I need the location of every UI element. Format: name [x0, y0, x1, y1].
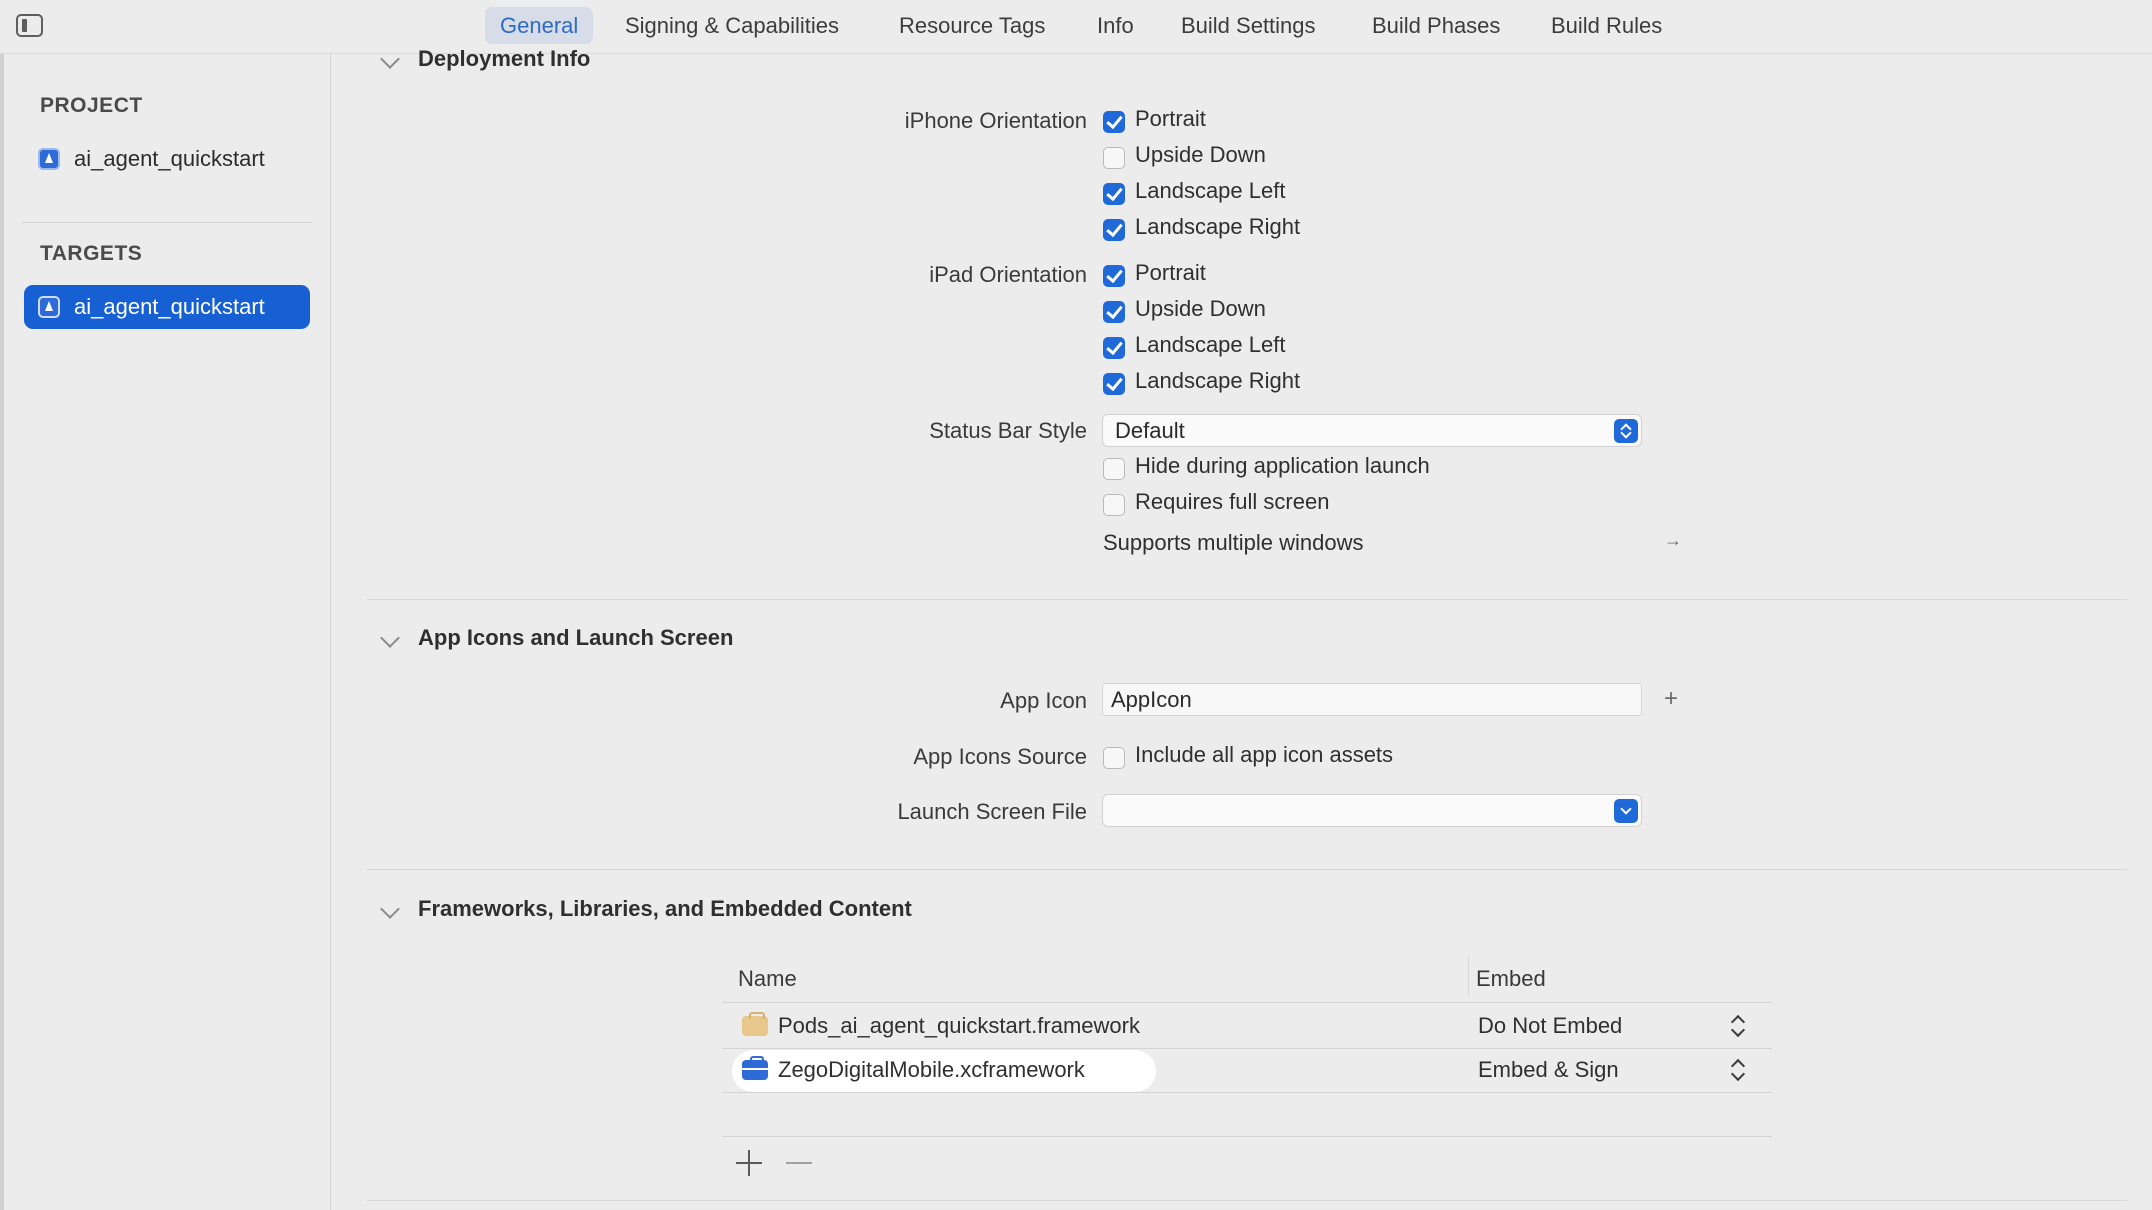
add-icon-plus-icon[interactable]: + [1664, 687, 1678, 711]
xcode-project-icon [38, 148, 60, 170]
ipad-portrait-label: Portrait [1135, 260, 1206, 285]
framework-name: ZegoDigitalMobile.xcframework [778, 1057, 1085, 1082]
include-all-icon-assets-label: Include all app icon assets [1135, 742, 1394, 767]
ipad-landscape-right-label: Landscape Right [1135, 368, 1301, 393]
ipad-orientation-label: iPad Orientation [929, 262, 1087, 287]
embed-option[interactable]: Embed & Sign [1478, 1048, 1619, 1092]
tab-signing-capabilities[interactable]: Signing & Capabilities [610, 7, 854, 44]
status-bar-style-label: Status Bar Style [929, 418, 1087, 443]
supports-multiple-windows-label: Supports multiple windows [1103, 530, 1364, 555]
section-separator [367, 869, 2127, 870]
iphone-landscape-right-label: Landscape Right [1135, 214, 1301, 239]
navigator-divider [22, 222, 312, 223]
ipad-landscape-left-checkbox[interactable] [1103, 337, 1125, 359]
requires-full-screen-checkbox[interactable] [1103, 494, 1125, 516]
editor-tab-bar: General Signing & Capabilities Resource … [0, 0, 2152, 54]
navigate-arrow-icon[interactable]: → [1664, 530, 1682, 551]
section-separator [367, 1200, 2127, 1201]
table-row[interactable]: Pods_ai_agent_quickstart.framework Do No… [722, 1004, 1772, 1048]
ipad-upside-down-checkbox[interactable] [1103, 301, 1125, 323]
tab-build-rules[interactable]: Build Rules [1536, 7, 1677, 44]
column-header-embed[interactable]: Embed [1476, 966, 1546, 992]
column-separator [1468, 956, 1469, 996]
app-icons-section-title: App Icons and Launch Screen [418, 625, 734, 650]
iphone-portrait-checkbox[interactable] [1103, 111, 1125, 133]
target-item[interactable]: ai_agent_quickstart [24, 285, 310, 329]
embed-option[interactable]: Do Not Embed [1478, 1004, 1622, 1048]
general-settings-editor: Deployment Info iPhone Orientation Portr… [331, 46, 2152, 1210]
ipad-portrait-checkbox[interactable] [1103, 265, 1125, 287]
xcframework-toolbox-icon [742, 1056, 768, 1080]
embed-stepper-icon[interactable] [1730, 1058, 1744, 1084]
iphone-landscape-left-checkbox[interactable] [1103, 183, 1125, 205]
status-bar-style-select[interactable]: Default [1102, 414, 1642, 447]
popup-stepper-icon [1614, 419, 1638, 443]
iphone-upside-down-label: Upside Down [1135, 142, 1266, 167]
tab-build-settings[interactable]: Build Settings [1166, 7, 1331, 44]
header-divider [722, 1002, 1772, 1003]
sidebar-toggle-icon[interactable] [16, 14, 43, 37]
iphone-upside-down-checkbox[interactable] [1103, 147, 1125, 169]
tab-general[interactable]: General [485, 7, 594, 44]
status-bar-style-value: Default [1115, 418, 1185, 443]
section-separator [367, 599, 2127, 600]
hide-during-launch-label: Hide during application launch [1135, 453, 1430, 478]
tab-info[interactable]: Info [1082, 7, 1149, 44]
requires-full-screen-label: Requires full screen [1135, 489, 1330, 514]
embed-stepper-icon[interactable] [1730, 1014, 1744, 1040]
project-navigator: PROJECT ai_agent_quickstart TARGETS ai_a… [0, 54, 331, 1210]
targets-header: TARGETS [40, 242, 143, 265]
app-target-icon [38, 296, 60, 318]
table-bottom-divider [722, 1136, 1772, 1137]
app-icons-source-label: App Icons Source [913, 744, 1087, 769]
remove-framework-minus-icon[interactable] [786, 1162, 812, 1164]
dropdown-chevron-icon [1614, 799, 1638, 823]
launch-screen-file-label: Launch Screen File [897, 799, 1087, 824]
project-item[interactable]: ai_agent_quickstart [24, 137, 310, 181]
project-header: PROJECT [40, 94, 143, 117]
include-all-icon-assets-checkbox[interactable] [1103, 747, 1125, 769]
frameworks-disclosure-chevron-icon[interactable] [380, 899, 400, 919]
column-header-name[interactable]: Name [738, 966, 797, 992]
frameworks-section-title: Frameworks, Libraries, and Embedded Cont… [418, 896, 912, 921]
iphone-landscape-left-label: Landscape Left [1135, 178, 1286, 203]
app-icons-disclosure-chevron-icon[interactable] [380, 628, 400, 648]
tab-build-phases[interactable]: Build Phases [1357, 7, 1515, 44]
app-icon-field[interactable]: AppIcon [1102, 683, 1642, 716]
window-edge [0, 54, 4, 1210]
iphone-portrait-label: Portrait [1135, 106, 1206, 131]
ipad-upside-down-label: Upside Down [1135, 296, 1266, 321]
ipad-landscape-right-checkbox[interactable] [1103, 373, 1125, 395]
framework-package-icon [742, 1012, 768, 1036]
row-divider [722, 1092, 1772, 1093]
frameworks-table: Name Embed Pods_ai_agent_quickstart.fram… [722, 954, 1772, 1184]
framework-name: Pods_ai_agent_quickstart.framework [778, 1013, 1140, 1038]
launch-screen-file-select[interactable] [1102, 794, 1642, 827]
iphone-landscape-right-checkbox[interactable] [1103, 219, 1125, 241]
app-icon-label: App Icon [1000, 688, 1087, 713]
hide-during-launch-checkbox[interactable] [1103, 458, 1125, 480]
tab-resource-tags[interactable]: Resource Tags [884, 7, 1060, 44]
ipad-landscape-left-label: Landscape Left [1135, 332, 1286, 357]
table-row[interactable]: ZegoDigitalMobile.xcframework Embed & Si… [722, 1048, 1772, 1092]
add-framework-plus-icon[interactable] [736, 1150, 762, 1176]
target-item-label: ai_agent_quickstart [74, 294, 265, 319]
deployment-info-title: Deployment Info [418, 46, 591, 71]
iphone-orientation-label: iPhone Orientation [904, 108, 1087, 133]
project-item-label: ai_agent_quickstart [74, 146, 265, 171]
